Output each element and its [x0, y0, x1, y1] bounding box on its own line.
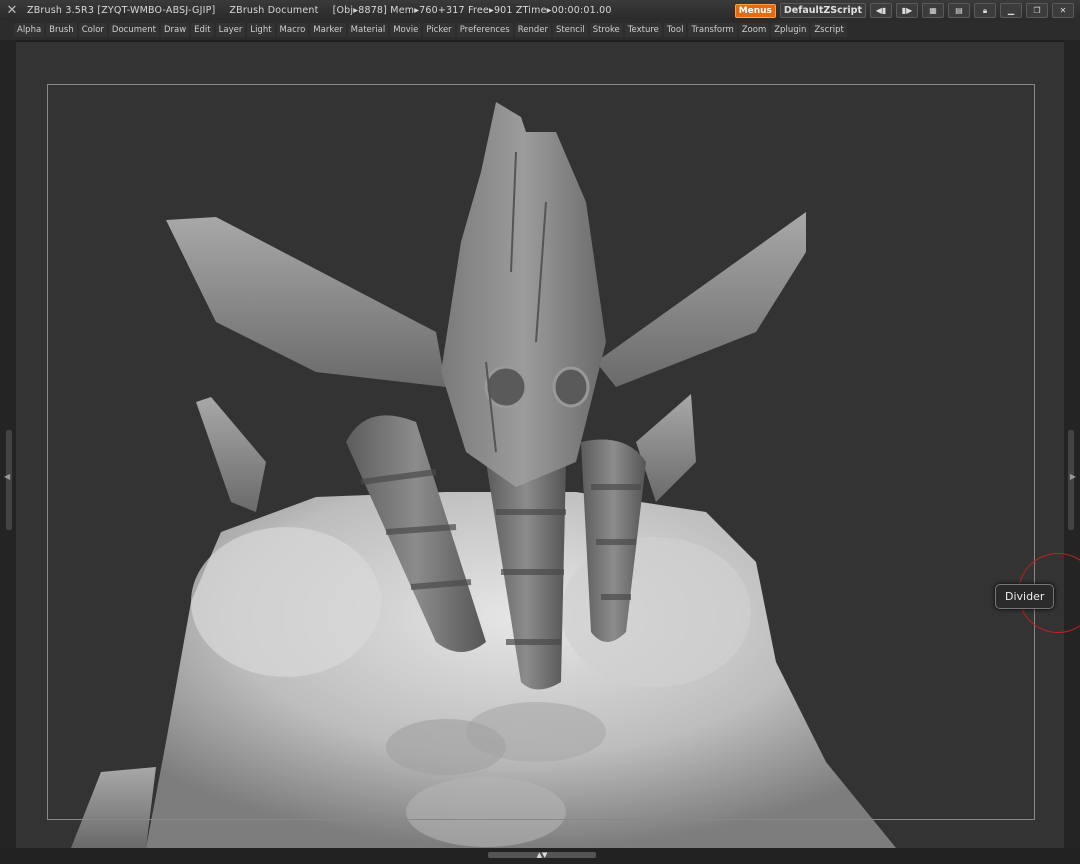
expand-right-icon[interactable]: ▶ — [1070, 472, 1076, 481]
expand-bottom-icon[interactable]: ▲▼ — [537, 851, 548, 859]
expand-left-icon[interactable]: ◀ — [4, 472, 10, 481]
title-bar: ✕ ZBrush 3.5R3 [ZYQT-WMBO-ABSJ-GJIP] ZBr… — [0, 0, 1080, 20]
dock-icon[interactable]: ▮▶ — [896, 3, 918, 18]
menu-render[interactable]: Render — [514, 23, 551, 37]
menu-draw[interactable]: Draw — [160, 23, 190, 37]
menu-color[interactable]: Color — [78, 23, 107, 37]
menu-macro[interactable]: Macro — [276, 23, 309, 37]
menu-transform[interactable]: Transform — [688, 23, 737, 37]
menu-stencil[interactable]: Stencil — [552, 23, 588, 37]
document-frame — [47, 84, 1035, 820]
menu-texture[interactable]: Texture — [624, 23, 662, 37]
lock-icon[interactable]: 🔒︎ — [974, 3, 996, 18]
restore-icon[interactable]: ❐ — [1026, 3, 1048, 18]
menu-alpha[interactable]: Alpha — [14, 23, 45, 37]
menu-movie[interactable]: Movie — [390, 23, 422, 37]
menu-picker[interactable]: Picker — [423, 23, 455, 37]
layout-icon[interactable]: ▦ — [922, 3, 944, 18]
default-zscript-button[interactable]: DefaultZScript — [779, 3, 866, 18]
menu-zoom[interactable]: Zoom — [738, 23, 770, 37]
menus-button[interactable]: Menus — [734, 3, 776, 18]
menu-document[interactable]: Document — [108, 23, 159, 37]
menu-preferences[interactable]: Preferences — [456, 23, 513, 37]
main-menu-bar: Alpha Brush Color Document Draw Edit Layer Ligh… — [0, 20, 1080, 40]
app-title: ZBrush 3.5R3 [ZYQT-WMBO-ABSJ-GJIP] — [27, 4, 216, 16]
menu-zscript[interactable]: Zscript — [811, 23, 847, 37]
right-tray[interactable]: ▶ — [1064, 40, 1080, 852]
divider-tooltip: Divider — [995, 584, 1055, 609]
menu-layer[interactable]: Layer — [215, 23, 246, 37]
close-icon[interactable]: ✕ — [1052, 3, 1074, 18]
menu-marker[interactable]: Marker — [310, 23, 346, 37]
bottom-tray-handle[interactable]: ▲▼ — [488, 851, 596, 859]
layout2-icon[interactable]: ▤ — [948, 3, 970, 18]
bottom-tray[interactable]: ▲▼ — [0, 848, 1080, 864]
menu-tool[interactable]: Tool — [663, 23, 687, 37]
minimize-icon[interactable]: ▁ — [1000, 3, 1022, 18]
menu-material[interactable]: Material — [347, 23, 389, 37]
menu-stroke[interactable]: Stroke — [589, 23, 623, 37]
menu-light[interactable]: Light — [247, 23, 275, 37]
quicksave-icon[interactable]: ◀▮ — [870, 3, 892, 18]
menu-edit[interactable]: Edit — [191, 23, 214, 37]
document-title: ZBrush Document — [229, 4, 319, 16]
zbrush-logo-icon: ✕ — [6, 2, 18, 18]
menu-brush[interactable]: Brush — [46, 23, 77, 37]
menu-zplugin[interactable]: Zplugin — [771, 23, 810, 37]
left-tray[interactable]: ◀ — [0, 40, 16, 852]
memory-stats: [Obj▸8878] Mem▸760+317 Free▸901 ZTime▸00… — [332, 4, 612, 16]
